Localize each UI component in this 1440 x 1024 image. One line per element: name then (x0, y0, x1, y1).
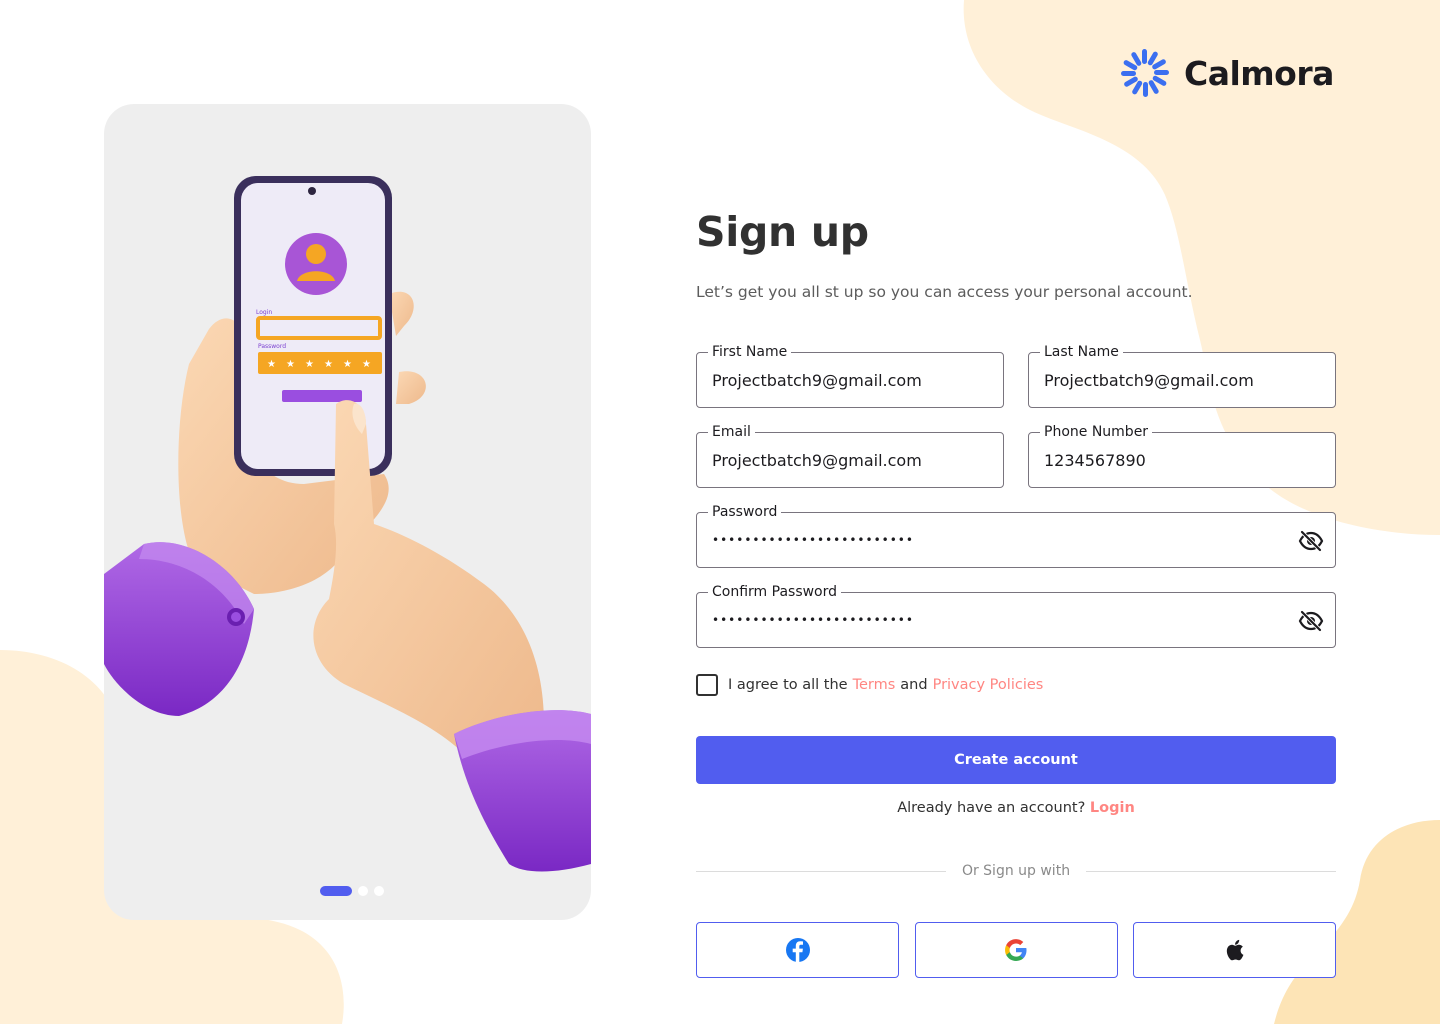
illustration-card: Login Password ★ ★ ★ ★ ★ ★ (104, 104, 591, 920)
social-divider: Or Sign up with (696, 860, 1336, 884)
first-name-input[interactable] (712, 353, 958, 407)
phone-login-illustration: Login Password ★ ★ ★ ★ ★ ★ (104, 176, 591, 872)
page-subtitle: Let’s get you all st up so you can acces… (696, 283, 1193, 301)
svg-text:★: ★ (324, 359, 333, 370)
login-link[interactable]: Login (1090, 800, 1135, 816)
password-field: Password (696, 503, 1336, 568)
svg-text:★: ★ (343, 359, 352, 370)
google-signup-button[interactable] (914, 922, 1118, 978)
terms-and: and (900, 677, 928, 693)
facebook-signup-button[interactable] (696, 922, 899, 978)
svg-text:★: ★ (267, 359, 276, 370)
terms-row: I agree to all the Terms and Privacy Pol… (696, 674, 1043, 696)
confirm-password-field: Confirm Password (696, 583, 1336, 648)
phone-password-label: Password (258, 343, 286, 350)
terms-checkbox[interactable] (696, 674, 718, 696)
login-prompt: Already have an account? Login (696, 800, 1336, 816)
login-prompt-text: Already have an account? (897, 800, 1086, 816)
sunburst-logo-icon (1121, 49, 1169, 97)
email-input[interactable] (712, 433, 958, 487)
carousel-dot-3[interactable] (374, 886, 384, 896)
phone-number-field: Phone Number (1028, 423, 1336, 488)
privacy-policies-link[interactable]: Privacy Policies (933, 677, 1044, 693)
email-field: Email (696, 423, 1004, 488)
create-account-button[interactable]: Create account (696, 736, 1336, 784)
terms-prefix: I agree to all the (728, 677, 848, 693)
carousel-dot-2[interactable] (358, 886, 368, 896)
eye-off-icon[interactable] (1298, 609, 1324, 633)
facebook-icon (785, 938, 810, 962)
divider-text: Or Sign up with (945, 863, 1087, 879)
google-icon (1005, 939, 1027, 961)
phone-number-input[interactable] (1044, 433, 1290, 487)
svg-text:★: ★ (286, 359, 295, 370)
first-name-field: First Name (696, 343, 1004, 408)
last-name-field: Last Name (1028, 343, 1336, 408)
phone-login-label: Login (256, 309, 272, 316)
terms-text: I agree to all the Terms and Privacy Pol… (728, 677, 1043, 693)
eye-off-icon[interactable] (1298, 529, 1324, 553)
confirm-password-input[interactable] (712, 593, 1290, 647)
password-input[interactable] (712, 513, 1290, 567)
carousel-dot-1[interactable] (320, 886, 352, 896)
last-name-input[interactable] (1044, 353, 1290, 407)
carousel-dots (320, 886, 384, 896)
brand-name: Calmora (1184, 53, 1334, 93)
svg-text:★: ★ (362, 359, 371, 370)
social-buttons (696, 922, 1336, 978)
brand[interactable]: Calmora (1120, 48, 1334, 98)
svg-text:★: ★ (305, 359, 314, 370)
apple-icon (1226, 939, 1243, 961)
terms-link[interactable]: Terms (853, 677, 896, 693)
page-title: Sign up (696, 208, 869, 256)
apple-signup-button[interactable] (1133, 922, 1336, 978)
